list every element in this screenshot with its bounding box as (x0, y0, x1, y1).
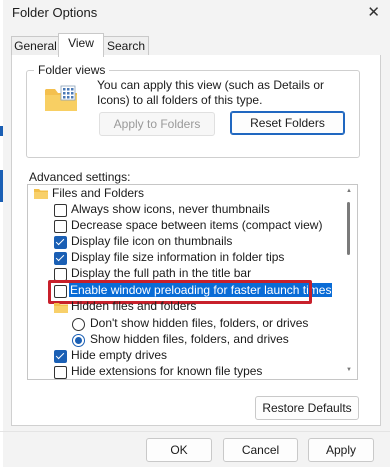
tree-category-files-and-folders[interactable]: Files and Folders (52, 185, 144, 201)
checkbox-checked[interactable] (54, 252, 67, 265)
window-title: Folder Options (12, 5, 98, 20)
option-dont-show-hidden[interactable]: Don't show hidden files, folders, or dri… (90, 315, 308, 331)
checkbox-checked[interactable] (54, 350, 67, 363)
title-bar[interactable]: Folder Options ✕ (0, 0, 390, 26)
checkbox[interactable] (54, 366, 67, 379)
tab-view[interactable]: View (58, 33, 104, 57)
radio-button[interactable] (72, 318, 85, 331)
tree-category-hidden-files[interactable]: Hidden files and folders (71, 298, 196, 314)
background-window-edge (0, 0, 3, 467)
background-window-mark (0, 170, 3, 202)
option-hide-empty-drives[interactable]: Hide empty drives (71, 347, 167, 363)
folder-views-description: You can apply this view (such as Details… (97, 78, 325, 107)
scrollbar-thumb[interactable] (347, 202, 350, 255)
option-always-show-icons[interactable]: Always show icons, never thumbnails (71, 201, 270, 217)
option-display-file-size[interactable]: Display file size information in folder … (71, 249, 284, 265)
checkbox-checked[interactable] (54, 236, 67, 249)
option-display-file-icon[interactable]: Display file icon on thumbnails (71, 233, 232, 249)
scroll-down-icon[interactable]: ▼ (346, 367, 352, 373)
cancel-button[interactable]: Cancel (223, 438, 298, 462)
option-show-hidden[interactable]: Show hidden files, folders, and drives (90, 331, 289, 347)
reset-folders-button[interactable]: Reset Folders (230, 111, 345, 135)
restore-defaults-button[interactable]: Restore Defaults (255, 396, 359, 420)
ok-button[interactable]: OK (146, 438, 212, 462)
folder-icon (34, 189, 48, 199)
folder-icon (54, 303, 68, 313)
option-decrease-space[interactable]: Decrease space between items (compact vi… (71, 217, 322, 233)
tab-general[interactable]: General (11, 36, 60, 56)
advanced-settings-label: Advanced settings: (29, 170, 131, 184)
option-display-full-path[interactable]: Display the full path in the title bar (71, 265, 251, 281)
checkbox[interactable] (54, 204, 67, 217)
radio-button-checked[interactable] (72, 334, 85, 347)
apply-button[interactable]: Apply (308, 438, 374, 462)
background-window-mark (0, 126, 3, 136)
tab-search[interactable]: Search (103, 36, 149, 56)
option-hide-extensions[interactable]: Hide extensions for known file types (71, 363, 262, 379)
folder-views-legend: Folder views (34, 63, 110, 77)
checkbox[interactable] (54, 220, 67, 233)
footer-divider (0, 431, 390, 432)
close-icon[interactable]: ✕ (367, 3, 380, 21)
apply-to-folders-button[interactable]: Apply to Folders (99, 112, 215, 136)
folder-grid-icon (45, 85, 77, 111)
scroll-up-icon[interactable]: ▲ (346, 188, 352, 194)
